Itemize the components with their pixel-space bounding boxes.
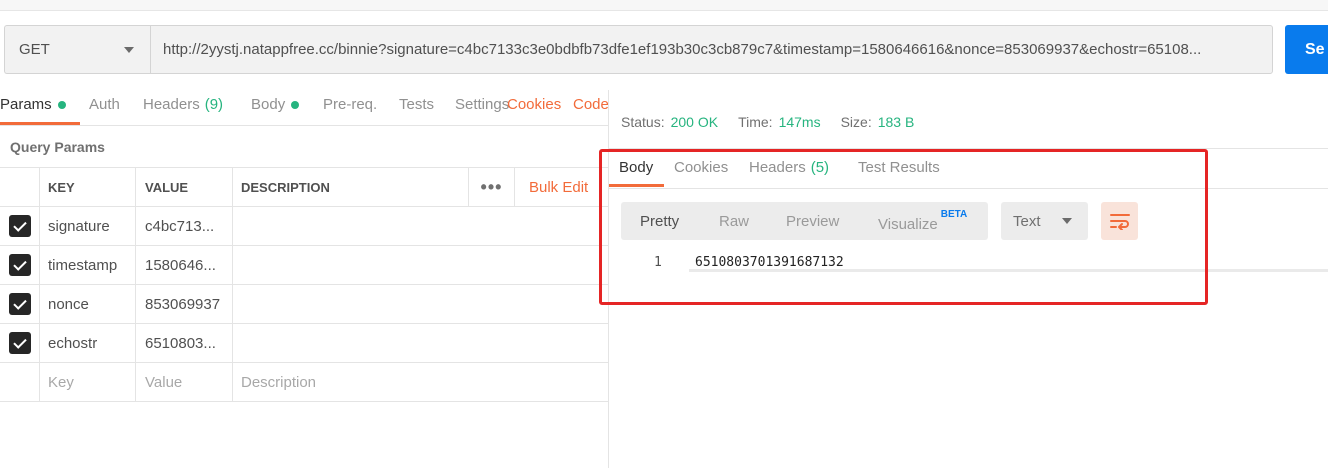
param-value-input[interactable]: 853069937 (136, 285, 233, 323)
row-checkbox-cell (0, 246, 40, 284)
headers-count: (9) (204, 96, 224, 113)
table-row: timestamp 1580646... (0, 246, 608, 285)
table-row: signature c4bc713... (0, 207, 608, 246)
row-checkbox-cell (0, 324, 40, 362)
tab-prereq[interactable]: Pre-req. (323, 96, 377, 113)
code-link[interactable]: Code (573, 96, 608, 113)
bulk-edit-button[interactable]: Bulk Edit (514, 168, 588, 206)
new-key-input[interactable]: Key (40, 363, 136, 401)
cookies-link-label: Cookies (507, 96, 562, 113)
param-key-input[interactable]: nonce (40, 285, 136, 323)
table-row: nonce 853069937 (0, 285, 608, 324)
size-label: Size: (840, 114, 872, 130)
url-input[interactable]: http://2yystj.natappfree.cc/binnie?signa… (150, 25, 1273, 74)
request-tabs: Params Auth Headers (9) Body Pre-req. Tes… (0, 90, 608, 126)
url-bar: GET http://2yystj.natappfree.cc/binnie?s… (0, 11, 1328, 90)
more-options-icon[interactable]: ••• (468, 168, 514, 206)
annotation-highlight-box (599, 149, 1208, 305)
tab-headers[interactable]: Headers (9) (143, 96, 223, 113)
tab-auth[interactable]: Auth (89, 96, 120, 113)
status-value[interactable]: 200 OK (671, 114, 718, 130)
row-checkbox-cell (0, 363, 40, 401)
param-key-input[interactable]: timestamp (40, 246, 136, 284)
top-strip (0, 0, 1328, 11)
active-tab-underline (0, 122, 80, 125)
query-params-title: Query Params (10, 139, 105, 155)
param-description-input[interactable] (233, 324, 608, 362)
tab-settings[interactable]: Settings (455, 96, 510, 113)
tab-tests-label: Tests (399, 96, 435, 113)
new-param-row: Key Value Description (0, 363, 608, 402)
tab-body[interactable]: Body (251, 96, 300, 113)
tab-tests[interactable]: Tests (399, 96, 434, 113)
param-key-input[interactable]: echostr (40, 324, 136, 362)
time-label: Time: (738, 114, 773, 130)
method-label: GET (19, 41, 50, 58)
size-value[interactable]: 183 B (878, 114, 915, 130)
column-header-key: KEY (40, 168, 136, 206)
tab-auth-label: Auth (89, 96, 120, 113)
cookies-link[interactable]: Cookies (507, 96, 561, 113)
header-check-cell (0, 168, 40, 206)
checkbox-checked-icon[interactable] (8, 215, 31, 237)
param-value-input[interactable]: 6510803... (136, 324, 233, 362)
params-header-row: KEY VALUE DESCRIPTION ••• Bulk Edit (0, 168, 608, 207)
param-value-input[interactable]: 1580646... (136, 246, 233, 284)
param-description-input[interactable] (233, 207, 608, 245)
checkbox-checked-icon[interactable] (8, 254, 31, 276)
send-button[interactable]: Se (1285, 25, 1328, 74)
code-link-label: Code (573, 96, 608, 113)
response-status-bar: Status: 200 OK Time: 147ms Size: 183 B (609, 90, 1328, 149)
param-value-input[interactable]: c4bc713... (136, 207, 233, 245)
param-description-input[interactable] (233, 246, 608, 284)
checkbox-checked-icon[interactable] (8, 293, 31, 315)
new-value-input[interactable]: Value (136, 363, 233, 401)
tab-params-label: Params (0, 96, 52, 113)
tab-settings-label: Settings (455, 96, 510, 113)
param-key-input[interactable]: signature (40, 207, 136, 245)
method-select[interactable]: GET (4, 25, 150, 74)
url-text: http://2yystj.natappfree.cc/binnie?signa… (163, 41, 1202, 58)
tab-body-label: Body (251, 96, 286, 113)
table-row: echostr 6510803... (0, 324, 608, 363)
new-description-input[interactable]: Description (233, 363, 608, 401)
row-checkbox-cell (0, 207, 40, 245)
params-table: KEY VALUE DESCRIPTION ••• Bulk Edit sign… (0, 167, 608, 402)
time-value[interactable]: 147ms (779, 114, 821, 130)
tab-params[interactable]: Params (0, 96, 66, 113)
column-header-value: VALUE (136, 168, 233, 206)
status-label: Status: (621, 114, 665, 130)
active-dot-icon (291, 100, 300, 109)
param-description-input[interactable] (233, 285, 608, 323)
active-dot-icon (57, 100, 66, 109)
tab-prereq-label: Pre-req. (323, 96, 378, 113)
chevron-down-icon (124, 47, 134, 53)
row-checkbox-cell (0, 285, 40, 323)
send-label: Se (1305, 40, 1325, 58)
checkbox-checked-icon[interactable] (8, 332, 31, 354)
tab-headers-label: Headers (143, 96, 200, 113)
